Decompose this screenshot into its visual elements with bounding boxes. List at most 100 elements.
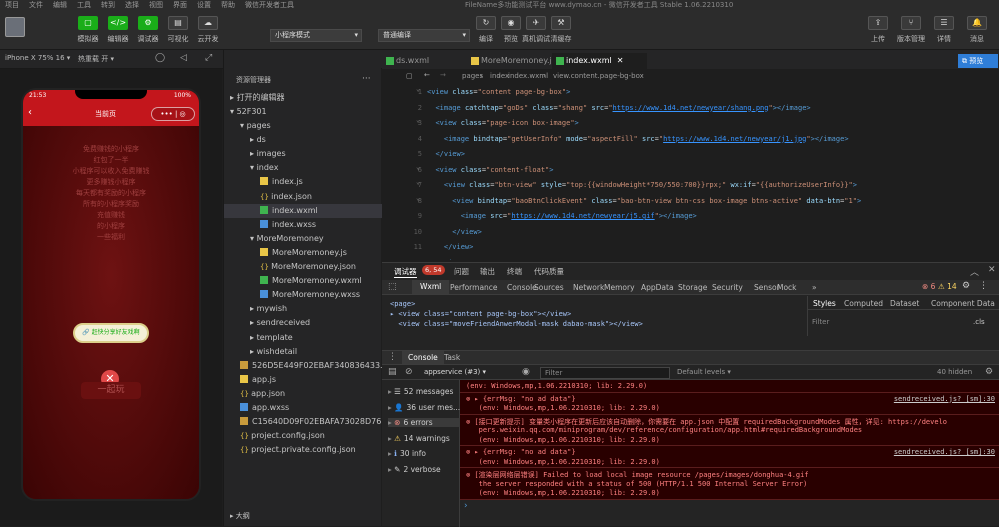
devtools-panel-tab[interactable]: Security [712, 283, 743, 292]
devtools-panel-tab[interactable]: Mock [777, 283, 797, 292]
console-drawer-tab[interactable]: Console [402, 351, 444, 364]
console-message[interactable]: ⊗ [接口更新提示] 变量类小程序在更新后应该自动删除，你需要在 app.jso… [460, 414, 999, 446]
folder-item[interactable]: ▸ sendreceived [224, 316, 310, 330]
code-line[interactable]: 7 ⌄ <view class="btn-view" style="top:{{w… [382, 177, 999, 193]
styles-tab[interactable]: Computed [844, 299, 883, 308]
fold-icon[interactable]: ⌄ [416, 159, 420, 175]
menu-item[interactable]: 项目 [5, 0, 19, 10]
capsule-button[interactable]: ••• | ◎ [151, 107, 195, 121]
menu-item[interactable]: 视图 [149, 0, 163, 10]
devtools-panel-tab[interactable]: Wxml [412, 280, 450, 294]
context-select[interactable]: appservice (#3) ▾ [424, 368, 486, 376]
folder-item[interactable]: ▾ pages [224, 119, 271, 133]
toolbar-button-3-right_buttons[interactable]: 🔔 消息 [961, 16, 993, 44]
sidebar-toggle-icon[interactable]: ▤ [388, 367, 397, 377]
settings-icon[interactable]: ⚙ [962, 281, 970, 291]
code-line[interactable]: 12 </view> [382, 255, 999, 261]
eye-icon[interactable]: ◉ [522, 367, 530, 377]
menu-item[interactable]: 转到 [101, 0, 115, 10]
back-icon[interactable]: ← [424, 71, 430, 79]
file-item[interactable]: {} index.json [224, 190, 312, 204]
code-line[interactable]: 3 ⌄ <view class="page-icon box-image"> [382, 115, 999, 131]
inspect-icon[interactable]: ⬚ [388, 282, 397, 292]
file-item[interactable]: C15640D09F02EBAFA73028D76... [224, 415, 389, 429]
code-line[interactable]: 9 <image src="https://www.1d4.net/newyea… [382, 208, 999, 224]
preview-toggle[interactable]: ⧉ 预览 [958, 54, 998, 68]
console-filter-item[interactable]: ▸ ✎ 2 verbose [388, 465, 441, 474]
close-icon[interactable]: ✕ [988, 265, 996, 275]
menu-item[interactable]: 工具 [77, 0, 91, 10]
back-icon[interactable]: ‹ [28, 107, 32, 118]
file-item[interactable]: {} app.json [224, 387, 285, 401]
rotate-icon[interactable]: ◯ [155, 53, 165, 63]
menu-item[interactable]: 帮助 [221, 0, 235, 10]
log-levels-select[interactable]: Default levels ▾ [677, 368, 731, 376]
file-item[interactable]: index.wxss [224, 218, 316, 232]
toolbar-button-1-left_buttons[interactable]: </> 编辑器 [102, 16, 134, 44]
editor-tab[interactable]: index.wxml ✕ [552, 53, 647, 69]
file-item[interactable]: app.wxss [224, 401, 289, 415]
devtools-panel-tab[interactable]: AppData [641, 283, 674, 292]
cls-toggle[interactable]: .cls [973, 318, 985, 326]
file-item[interactable]: MoreMoremoney.wxml [224, 274, 362, 288]
folder-item[interactable]: ▸ images [224, 147, 286, 161]
code-line[interactable]: 11 </view> [382, 239, 999, 255]
devtools-top-tab[interactable]: 终端 [507, 266, 522, 277]
code-line[interactable]: 1 ⌄ <view class="content page-bg-box"> [382, 84, 999, 100]
console-filter-item[interactable]: ▸ ☰ 52 messages [388, 387, 453, 396]
bottom-button[interactable]: 一起玩 [81, 382, 141, 399]
devtools-panel-tab[interactable]: Performance [450, 283, 498, 292]
code-line[interactable]: 5 </view> [382, 146, 999, 162]
console-filter-input[interactable]: Filter [540, 367, 670, 379]
explorer-more-icon[interactable]: ··· [362, 74, 371, 84]
outline-section[interactable]: ▸ 大纲 [230, 509, 250, 523]
avatar[interactable] [5, 17, 25, 37]
console-filter-item[interactable]: ▸ ⚠ 14 warnings [388, 434, 450, 443]
devtools-panel-tab[interactable]: Network [573, 283, 604, 292]
styles-tab[interactable]: Dataset [890, 299, 919, 308]
wxml-node[interactable]: ▸ <view class="content page-bg-box"></vi… [390, 310, 571, 318]
devtools-panel-tab[interactable]: Storage [678, 283, 707, 292]
file-item[interactable]: MoreMoremoney.js [224, 246, 347, 260]
close-icon[interactable]: ✕ [617, 56, 624, 65]
menu-item[interactable]: 文件 [29, 0, 43, 10]
devtools-panel-tab[interactable]: Sensor [754, 283, 780, 292]
toolbar-button-3-mid_buttons[interactable]: ⚒ 清缓存 [545, 16, 577, 44]
fullscreen-icon[interactable]: ⤢ [205, 53, 212, 63]
toolbar-button-2-right_buttons[interactable]: ☰ 详情 [928, 16, 960, 44]
file-item[interactable]: 526D5E449F02EBAF340836433... [224, 359, 388, 373]
warning-count[interactable]: ⚠ 14 [938, 282, 957, 291]
devtools-top-tab[interactable]: 代码质量 [534, 266, 564, 277]
devtools-panel-tab[interactable]: » [812, 283, 817, 292]
menu-item[interactable]: 界面 [173, 0, 187, 10]
toolbar-button-3-left_buttons[interactable]: ▤ 可视化 [162, 16, 194, 44]
drawer-menu-icon[interactable]: ⋮ [388, 352, 397, 362]
folder-item[interactable]: ▸ wishdetail [224, 345, 297, 359]
console-message[interactable]: ⊗ [渲染层网络层错误] Failed to load local image … [460, 468, 999, 500]
styles-tab[interactable]: Styles [813, 299, 836, 308]
menu-item[interactable]: 选择 [125, 0, 139, 10]
folder-item[interactable]: ▸ mywish [224, 302, 287, 316]
file-item[interactable]: {} project.private.config.json [224, 443, 356, 457]
folder-item[interactable]: ▸ ds [224, 133, 266, 147]
share-button[interactable]: 🔗 赶快分享好友戏啊 [73, 323, 149, 343]
styles-filter-input[interactable]: Filter [812, 318, 829, 326]
console-filter-item[interactable]: ▸ ⊗ 6 errors [388, 418, 460, 427]
file-item[interactable]: index.wxml [224, 203, 382, 218]
mode-select[interactable]: 小程序模式 ▾ [270, 29, 362, 42]
code-line[interactable]: 8 ⌄ <view bindtap="baoBtnClickEvent" clas… [382, 193, 999, 209]
file-item[interactable]: {} project.config.json [224, 429, 325, 443]
console-filter-item[interactable]: ▸ 👤 36 user mes... [388, 403, 460, 412]
devtools-more-icon[interactable]: ⋮ [979, 281, 988, 291]
console-drawer-tab[interactable]: Task [444, 353, 460, 362]
clear-console-icon[interactable]: ⊘ [405, 367, 413, 377]
file-item[interactable]: MoreMoremoney.wxss [224, 288, 360, 302]
devtools-top-tab[interactable]: 调试器 [394, 266, 417, 278]
folder-item[interactable]: ▾ index [224, 161, 278, 175]
console-filter-item[interactable]: ▸ ℹ 30 info [388, 449, 426, 458]
fold-icon[interactable]: ⌄ [416, 84, 420, 97]
fold-icon[interactable]: ⌄ [416, 174, 420, 190]
error-count[interactable]: ⊗ 6 [922, 282, 935, 291]
console-message[interactable]: ⊗ ▸ {errMsg: "no ad data"} (env: Windows… [460, 446, 999, 468]
menu-item[interactable]: 编辑 [53, 0, 67, 10]
